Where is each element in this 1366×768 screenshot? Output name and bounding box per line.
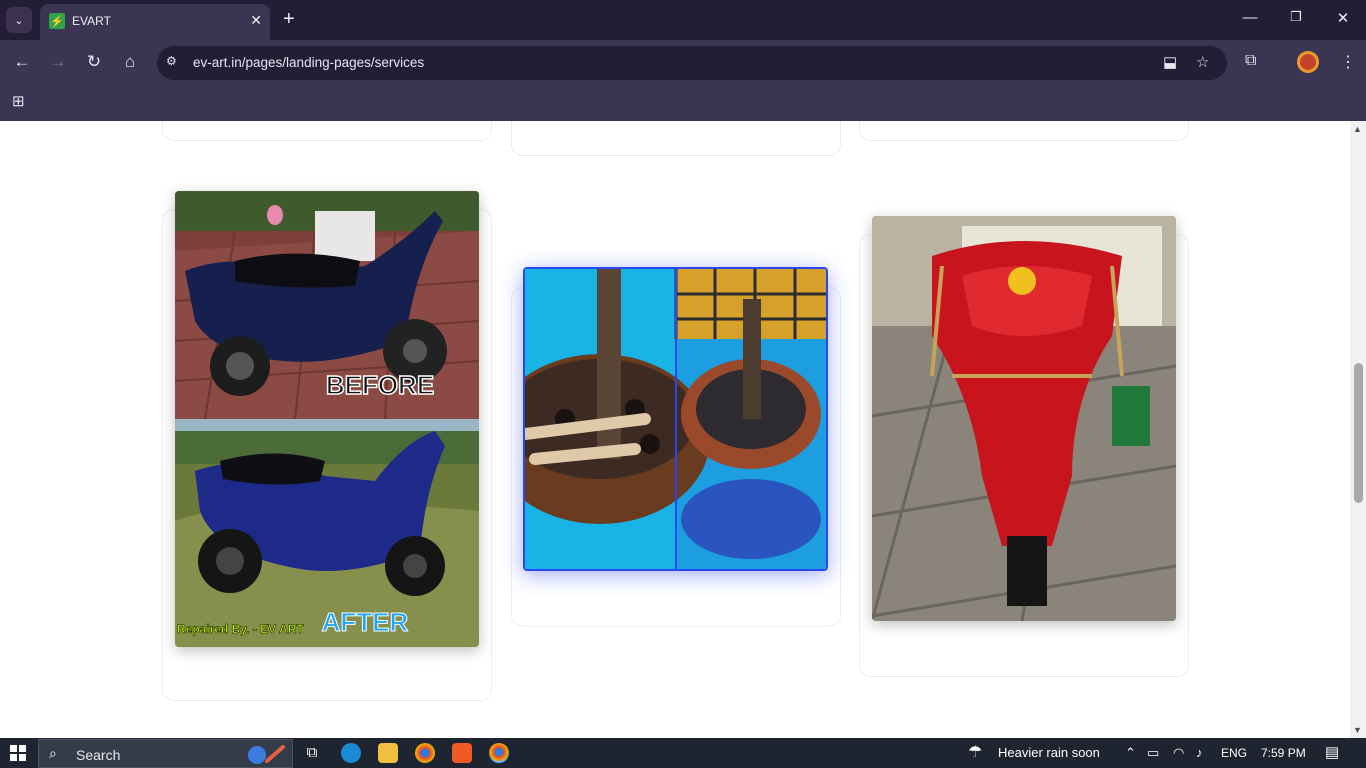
volume-icon[interactable]: ♪ [1196, 745, 1203, 760]
chrome-icon[interactable] [415, 743, 435, 763]
scooter-before-after-image: BEFORE Repaired By. - EV ART AFTER [175, 191, 479, 647]
brave-icon[interactable] [452, 743, 472, 763]
scooter-before-after-photo[interactable]: BEFORE Repaired By. - EV ART AFTER [175, 191, 479, 647]
install-app-icon[interactable]: ⬓ [1163, 53, 1177, 71]
reload-button[interactable]: ↻ [83, 52, 105, 72]
scrollbar-thumb[interactable] [1354, 363, 1363, 503]
weather-rain-icon[interactable]: ☂ [968, 742, 982, 762]
minimize-button[interactable]: — [1240, 9, 1260, 26]
restore-button[interactable]: ❐ [1286, 9, 1306, 25]
more-menu-icon[interactable]: ⋮ [1340, 52, 1356, 72]
motor-stator-image [525, 269, 826, 569]
wifi-icon[interactable]: ◠ [1173, 745, 1184, 761]
windows-taskbar: ⌕ Search ⧉ ☂ Heavier rain soon ⌃ ▭ ◠ ♪ E… [0, 738, 1366, 768]
scroll-down-arrow-icon[interactable]: ▼ [1353, 725, 1362, 735]
page-viewport: BEFORE Repaired By. - EV ART AFTER ▲ ▼ [0, 121, 1366, 738]
red-scooter-photo[interactable] [872, 216, 1176, 621]
evart-logo-icon: ⚡ [49, 13, 65, 29]
address-bar[interactable]: ⚙ ev-art.in/pages/landing-pages/services… [157, 46, 1227, 80]
bookmarks-bar: ⊞ [0, 86, 1366, 121]
show-hidden-icons-chevron-icon[interactable]: ⌃ [1125, 745, 1136, 761]
windows-start-icon[interactable] [10, 745, 26, 761]
motor-stator-rewinding-photo[interactable] [523, 267, 828, 571]
language-indicator[interactable]: ENG [1221, 746, 1247, 760]
url-text[interactable]: ev-art.in/pages/landing-pages/services [193, 55, 424, 70]
page-scrollbar[interactable]: ▲ ▼ [1350, 121, 1366, 738]
active-tab[interactable]: ⚡ EVART ✕ [40, 4, 270, 40]
home-button[interactable]: ⌂ [119, 52, 141, 72]
before-label: BEFORE [326, 370, 434, 400]
notifications-icon[interactable]: ▤ [1325, 743, 1339, 761]
profile-avatar-icon[interactable] [1297, 51, 1319, 73]
browser-titlebar: ⌄ ⚡ EVART ✕ + — ❐ ✕ [0, 0, 1366, 40]
search-placeholder: Search [76, 747, 121, 763]
edge-icon[interactable] [341, 743, 361, 763]
clock-time[interactable]: 7:59 PM [1261, 746, 1306, 760]
scroll-up-arrow-icon[interactable]: ▲ [1353, 124, 1362, 134]
back-button[interactable]: ← [11, 52, 33, 72]
browser-toolbar: ← → ↻ ⌂ ⚙ ev-art.in/pages/landing-pages/… [0, 40, 1366, 86]
after-label: AFTER [322, 607, 409, 637]
battery-icon[interactable]: ▭ [1147, 745, 1159, 761]
chrome-active-icon[interactable] [489, 743, 509, 763]
card-previous-row [859, 121, 1189, 141]
extensions-icon[interactable]: ⧉ [1245, 52, 1256, 70]
red-scooter-image [872, 216, 1176, 621]
close-window-button[interactable]: ✕ [1333, 9, 1353, 27]
file-explorer-icon[interactable] [378, 743, 398, 763]
card-previous-row [162, 121, 492, 141]
tab-search-chevron-icon[interactable]: ⌄ [6, 7, 32, 33]
search-highlight-illustration [248, 745, 285, 764]
bookmark-star-icon[interactable]: ☆ [1196, 53, 1209, 71]
task-view-icon[interactable]: ⧉ [302, 743, 322, 763]
weather-text[interactable]: Heavier rain soon [998, 745, 1100, 760]
forward-button[interactable]: → [47, 52, 69, 72]
apps-grid-icon[interactable]: ⊞ [12, 92, 25, 110]
tab-title: EVART [72, 14, 111, 28]
card-previous-row [511, 121, 841, 156]
repaired-by-label: Repaired By. - EV ART [177, 622, 304, 636]
new-tab-button[interactable]: + [283, 8, 295, 30]
tab-close-icon[interactable]: ✕ [250, 12, 262, 29]
site-info-icon[interactable]: ⚙ [166, 54, 177, 68]
search-icon: ⌕ [49, 745, 57, 761]
taskbar-search-box[interactable]: ⌕ Search [38, 739, 293, 768]
